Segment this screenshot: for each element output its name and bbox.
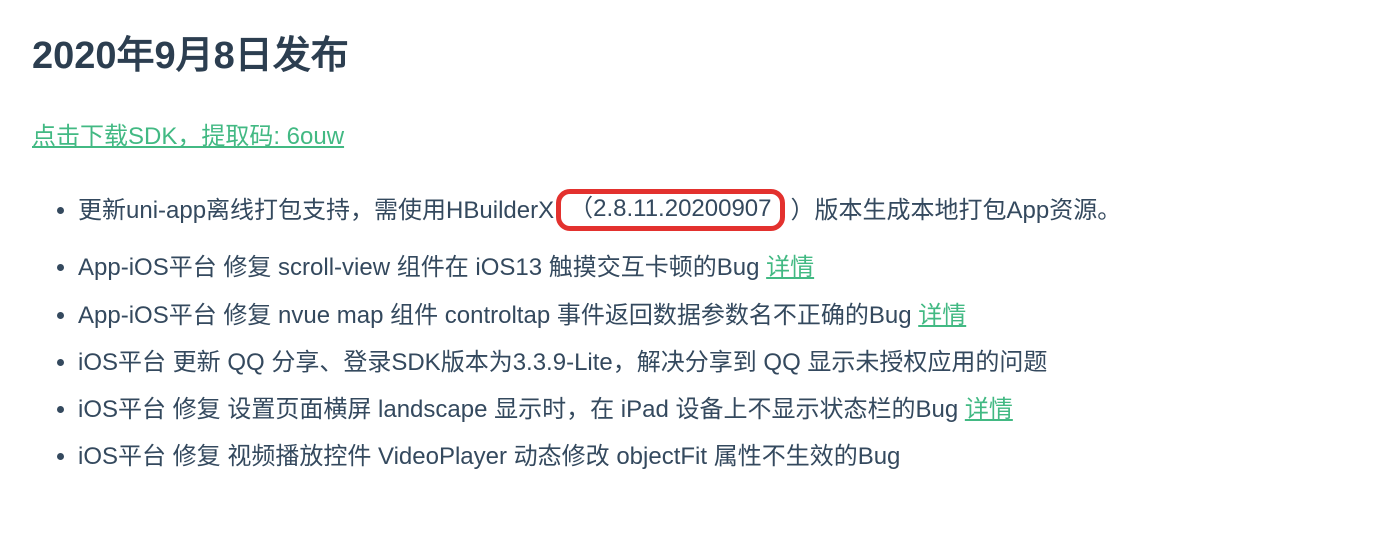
note-text: iOS平台 修复 视频播放控件 VideoPlayer 动态修改 objectF… (78, 443, 900, 470)
detail-link[interactable]: 详情 (965, 396, 1013, 423)
note-text: App-iOS平台 修复 nvue map 组件 controltap 事件返回… (78, 302, 918, 329)
note-text: iOS平台 修复 设置页面横屏 landscape 显示时，在 iPad 设备上… (78, 396, 965, 423)
list-item: App-iOS平台 修复 nvue map 组件 controltap 事件返回… (78, 303, 1342, 328)
detail-link[interactable]: 详情 (918, 302, 966, 329)
release-notes-list: 更新uni-app离线打包支持，需使用HBuilderX（2.8.11.2020… (32, 191, 1342, 469)
download-sdk-link[interactable]: 点击下载SDK，提取码: 6ouw (32, 117, 344, 158)
note-text: iOS平台 更新 QQ 分享、登录SDK版本为3.3.9-Lite，解决分享到 … (78, 349, 1047, 376)
detail-link[interactable]: 详情 (766, 254, 814, 281)
note-text: App-iOS平台 修复 scroll-view 组件在 iOS13 触摸交互卡… (78, 254, 766, 281)
list-item: App-iOS平台 修复 scroll-view 组件在 iOS13 触摸交互卡… (78, 255, 1342, 280)
list-item: iOS平台 更新 QQ 分享、登录SDK版本为3.3.9-Lite，解决分享到 … (78, 350, 1342, 375)
version-paren-open: （ (569, 195, 593, 222)
note-text: 更新uni-app离线打包支持，需使用HBuilderX (78, 197, 554, 224)
release-title: 2020年9月8日发布 (32, 24, 1342, 89)
note-text-tail: ）版本生成本地打包App资源。 (791, 197, 1122, 224)
list-item: iOS平台 修复 设置页面横屏 landscape 显示时，在 iPad 设备上… (78, 397, 1342, 422)
list-item: iOS平台 修复 视频播放控件 VideoPlayer 动态修改 objectF… (78, 444, 1342, 469)
version-number: 2.8.11.20200907 (593, 195, 771, 222)
list-item: 更新uni-app离线打包支持，需使用HBuilderX（2.8.11.2020… (78, 191, 1342, 233)
version-highlight-box: （2.8.11.20200907 (556, 189, 784, 231)
